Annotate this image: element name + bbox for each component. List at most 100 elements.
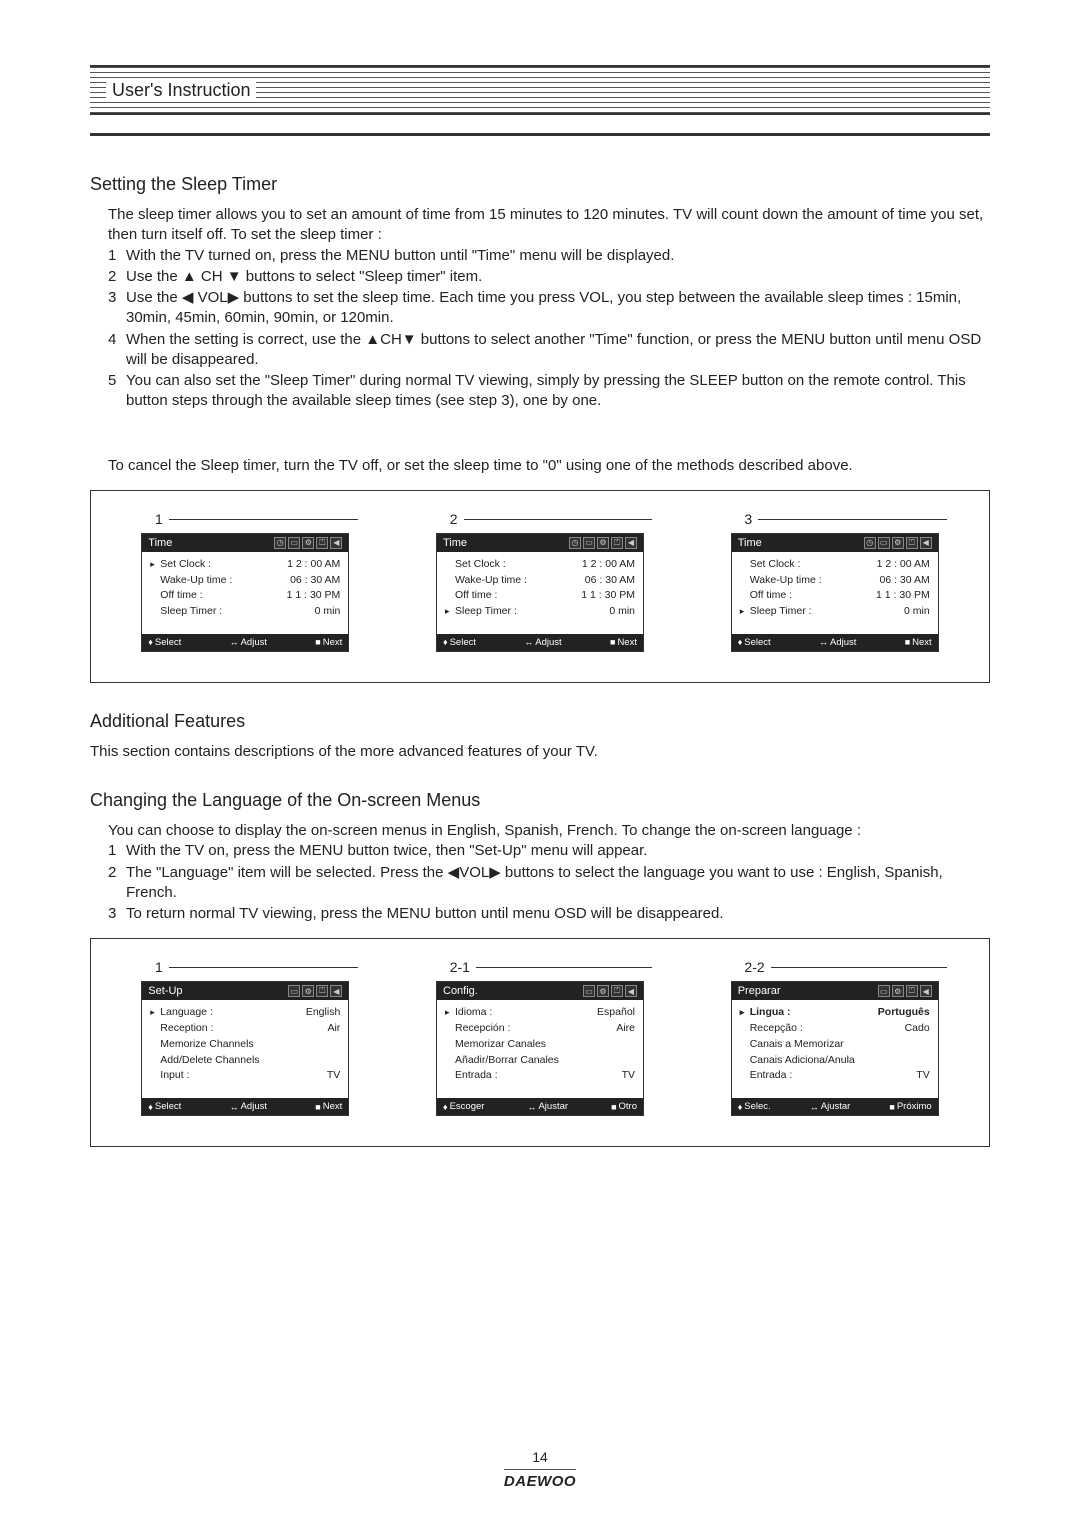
step-text: When the setting is correct, use the ▲CH… — [126, 330, 990, 371]
osd-row: Wake-Up time :06 : 30 AM — [150, 573, 340, 589]
square-icon: ■ — [315, 1102, 320, 1112]
osd-body: ▸Lingua :PortuguêsRecepção :CadoCanais a… — [732, 1000, 938, 1098]
tab-icon: ▭ — [288, 537, 300, 549]
tab-icon: ◀ — [330, 537, 342, 549]
osd-row-label: Set Clock : — [445, 557, 506, 573]
osd-row: ▸Sleep Timer :0 min — [740, 604, 930, 620]
foot-select: ♦Selec. — [738, 1101, 771, 1112]
page-number: 14 — [0, 1449, 1080, 1465]
osd-row: Entrada : TV — [740, 1068, 930, 1084]
osd-row-value: 1 1 : 30 PM — [287, 588, 341, 604]
header-title: User's Instruction — [106, 80, 256, 101]
osd-row-value: TV — [916, 1068, 929, 1084]
tab-icon: ▭ — [878, 985, 890, 997]
leftright-icon: ↔ — [527, 1102, 536, 1112]
osd-row: Añadir/Borrar Canales — [445, 1053, 635, 1069]
panel-number: 1 — [155, 959, 372, 975]
osd-footer: ♦Selec.↔Ajustar■Próximo — [732, 1098, 938, 1115]
tab-icon: ⚙ — [302, 537, 314, 549]
foot-adjust: ↔Ajustar — [527, 1101, 568, 1112]
osd-row: ▸Set Clock :1 2 : 00 AM — [150, 557, 340, 573]
tab-icon: ⏍ — [611, 537, 623, 549]
osd-row-value: TV — [622, 1068, 635, 1084]
tab-icon: ◀ — [330, 985, 342, 997]
step-text: With the TV on, press the MENU button tw… — [126, 841, 647, 861]
osd-row: Input : TV — [150, 1068, 340, 1084]
tab-icon: ⚙ — [892, 985, 904, 997]
osd-row-label: Off time : — [740, 588, 792, 604]
osd-body: ▸Language :EnglishReception :AirMemorize… — [142, 1000, 348, 1098]
updown-icon: ♦ — [738, 1102, 743, 1112]
leftright-icon: ↔ — [230, 1102, 239, 1112]
osd-row: Wake-Up time :06 : 30 AM — [740, 573, 930, 589]
tab-icon: ⚙ — [597, 985, 609, 997]
osd-row-value: 1 2 : 00 AM — [582, 557, 635, 573]
panel-number: 2-2 — [744, 959, 961, 975]
leftright-icon: ↔ — [230, 637, 239, 647]
lang-steps: 1With the TV on, press the MENU button t… — [108, 841, 990, 924]
osd-row-label: ▸Sleep Timer : — [445, 604, 517, 620]
osd-titlebar: Time◷▭⚙⏍◀ — [437, 534, 643, 552]
osd-row-label: ▸Language : — [150, 1005, 213, 1021]
osd-row-label: Set Clock : — [740, 557, 801, 573]
osd-row: Wake-Up time :06 : 30 AM — [445, 573, 635, 589]
foot-next: ■Next — [315, 1101, 342, 1112]
osd-row: Off time : 1 1 : 30 PM — [150, 588, 340, 604]
osd-panel: 3Time◷▭⚙⏍◀Set Clock :1 2 : 00 AMWake-Up … — [708, 511, 961, 652]
osd-row-label: ▸Idioma : — [445, 1005, 492, 1021]
step-text: Use the ◀ VOL▶ buttons to set the sleep … — [126, 288, 990, 329]
osd-row: Entrada : TV — [445, 1068, 635, 1084]
osd-row: Off time :1 1 : 30 PM — [445, 588, 635, 604]
leftright-icon: ↔ — [819, 637, 828, 647]
foot-select: ♦Escoger — [443, 1101, 484, 1112]
osd-row-value: 0 min — [609, 604, 635, 620]
step-text: To return normal TV viewing, press the M… — [126, 904, 724, 924]
osd-titlebar: Time◷▭⚙⏍◀ — [732, 534, 938, 552]
osd-row-label: Entrada : — [445, 1068, 498, 1084]
osd-row-label: Off time : — [150, 588, 202, 604]
lang-intro: You can choose to display the on-screen … — [108, 821, 990, 841]
sleep-title: Setting the Sleep Timer — [90, 174, 990, 195]
foot-select: ♦Select — [148, 1101, 181, 1112]
osd-row-value: 06 : 30 AM — [880, 573, 930, 589]
osd-row-value: Air — [327, 1021, 340, 1037]
osd-row-value: 0 min — [315, 604, 341, 620]
osd-row-label: Input : — [150, 1068, 189, 1084]
osd-row-label: Entrada : — [740, 1068, 793, 1084]
lang-title: Changing the Language of the On-screen M… — [90, 790, 990, 811]
osd-titlebar: Time◷▭⚙⏍◀ — [142, 534, 348, 552]
osd-row-label: Canais a Memorizar — [740, 1037, 844, 1053]
osd-row: Sleep Timer :0 min — [150, 604, 340, 620]
step-text: The "Language" item will be selected. Pr… — [126, 863, 990, 904]
osd-tab-icons: ▭⚙⏍◀ — [583, 985, 637, 997]
osd-tab-icons: ◷▭⚙⏍◀ — [864, 537, 932, 549]
osd-tab-icons: ◷▭⚙⏍◀ — [274, 537, 342, 549]
pointer-icon: ▸ — [445, 605, 455, 619]
osd-row: Canais Adiciona/Anula — [740, 1053, 930, 1069]
tab-icon: ⏍ — [906, 537, 918, 549]
updown-icon: ♦ — [443, 1102, 448, 1112]
osd-row: ▸Language :English — [150, 1005, 340, 1021]
square-icon: ■ — [905, 637, 910, 647]
osd-row-value: 1 1 : 30 PM — [581, 588, 635, 604]
osd-row-label: ▸Sleep Timer : — [740, 604, 812, 620]
osd-title-text: Config. — [443, 985, 478, 997]
updown-icon: ♦ — [738, 637, 743, 647]
step-text: You can also set the "Sleep Timer" durin… — [126, 371, 990, 412]
osd-row: Off time :1 1 : 30 PM — [740, 588, 930, 604]
osd-row-value: 1 2 : 00 AM — [877, 557, 930, 573]
osd-footer: ♦Select↔Adjust■Next — [142, 1098, 348, 1115]
step-text: Use the ▲ CH ▼ buttons to select "Sleep … — [126, 267, 482, 287]
foot-select: ♦Select — [443, 637, 476, 648]
page-footer: 14 DAEWOO — [0, 1449, 1080, 1490]
square-icon: ■ — [610, 637, 615, 647]
osd-row-value: Português — [878, 1005, 930, 1021]
osd-body: Set Clock : 1 2 : 00 AMWake-Up time :06 :… — [437, 552, 643, 634]
osd-row-label: Canais Adiciona/Anula — [740, 1053, 855, 1069]
sleep-cancel-note: To cancel the Sleep timer, turn the TV o… — [108, 456, 990, 476]
additional-intro: This section contains descriptions of th… — [90, 742, 990, 762]
osd-row-label: Reception : — [150, 1021, 213, 1037]
square-icon: ■ — [611, 1102, 616, 1112]
osd-title-text: Preparar — [738, 985, 781, 997]
osd-row-value: TV — [327, 1068, 340, 1084]
